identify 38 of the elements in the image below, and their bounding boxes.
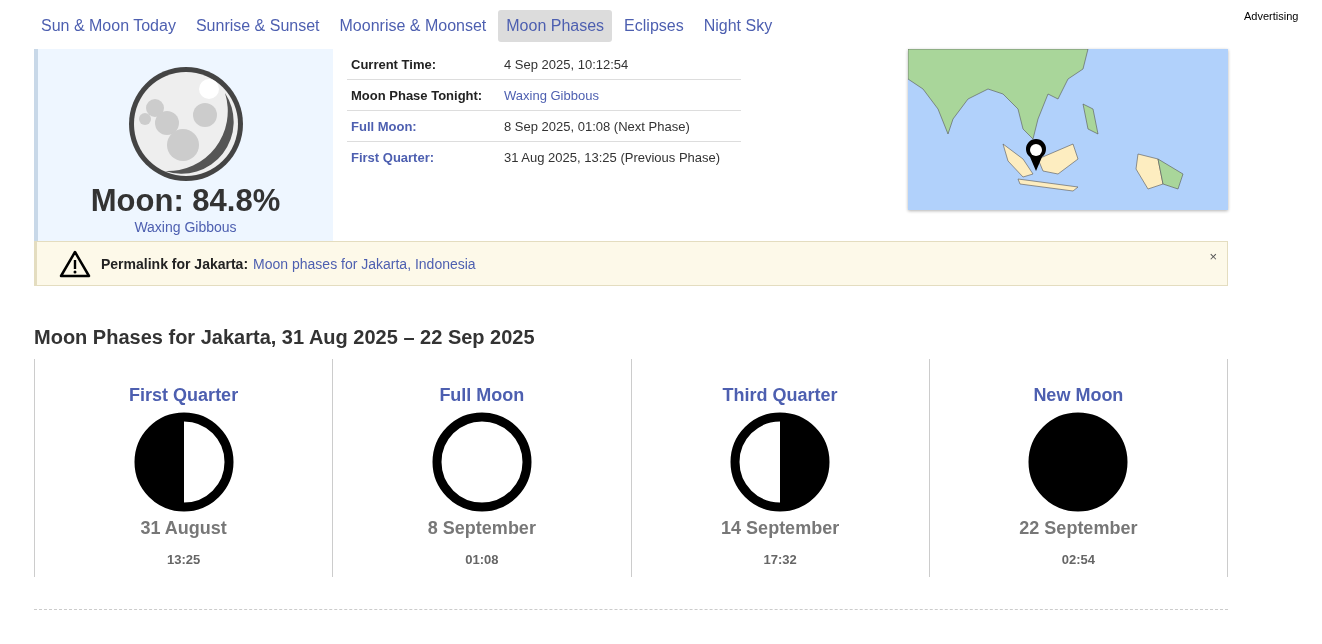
close-button[interactable]: ×	[1209, 249, 1217, 264]
nav-tab[interactable]: Moon Phases	[498, 10, 613, 42]
info-label: Current Time:	[351, 57, 437, 72]
phase-link[interactable]: Waxing Gibbous	[134, 219, 237, 235]
phase-name-link[interactable]: New Moon	[1033, 385, 1124, 406]
phase-value-link[interactable]: Waxing Gibbous	[504, 88, 599, 103]
phase-name-link[interactable]: Third Quarter	[722, 385, 838, 406]
moon-phase-icon	[1028, 412, 1129, 512]
nav-tab[interactable]: Sun & Moon Today	[33, 10, 184, 42]
nav-tab[interactable]: Sunrise & Sunset	[187, 10, 328, 42]
permalink-label: Permalink for Jakarta:	[101, 255, 249, 272]
moon-phase-icon	[730, 412, 831, 512]
info-value: 8 Sep 2025, 01:08 (Next Phase)	[504, 119, 690, 134]
phase-label-link[interactable]: Full Moon:	[351, 119, 504, 134]
phase-date: 8 September	[427, 518, 536, 539]
moon-phase-icon	[133, 412, 234, 512]
section-heading: Moon Phases for Jakarta, 31 Aug 2025 – 22 Sep 2025	[34, 326, 536, 349]
info-label: Moon Phase Tonight:	[351, 88, 484, 103]
info-value: 31 Aug 2025, 13:25 (Previous Phase)	[504, 150, 721, 165]
info-value: 4 Sep 2025, 10:12:54	[504, 57, 629, 72]
phase-name-link[interactable]: Full Moon	[439, 385, 525, 406]
nav-tab[interactable]: Eclipses	[616, 10, 692, 42]
phase-name-link[interactable]: First Quarter	[129, 385, 239, 406]
phase-date: 22 September	[1019, 518, 1138, 539]
moon-phase-icon	[431, 412, 532, 512]
warning-icon	[59, 249, 91, 278]
nav-tab[interactable]: Night Sky	[695, 10, 781, 42]
permalink-link[interactable]: Moon phases for Jakarta, Indonesia	[253, 255, 476, 272]
phase-time: 17:32	[763, 552, 797, 567]
phase-date: 14 September	[721, 518, 840, 539]
phase-date: 31 August	[140, 518, 227, 539]
phase-label-link[interactable]: First Quarter:	[351, 150, 504, 165]
phase-time: 02:54	[1061, 552, 1095, 567]
nav-tab[interactable]: Moonrise & Moonset	[331, 10, 495, 42]
phase-time: 13:25	[167, 552, 201, 567]
moon-illumination: Moon: 84.8%	[90, 185, 281, 216]
phase-time: 01:08	[465, 552, 499, 567]
advertising-label: Advertising	[1244, 10, 1299, 22]
